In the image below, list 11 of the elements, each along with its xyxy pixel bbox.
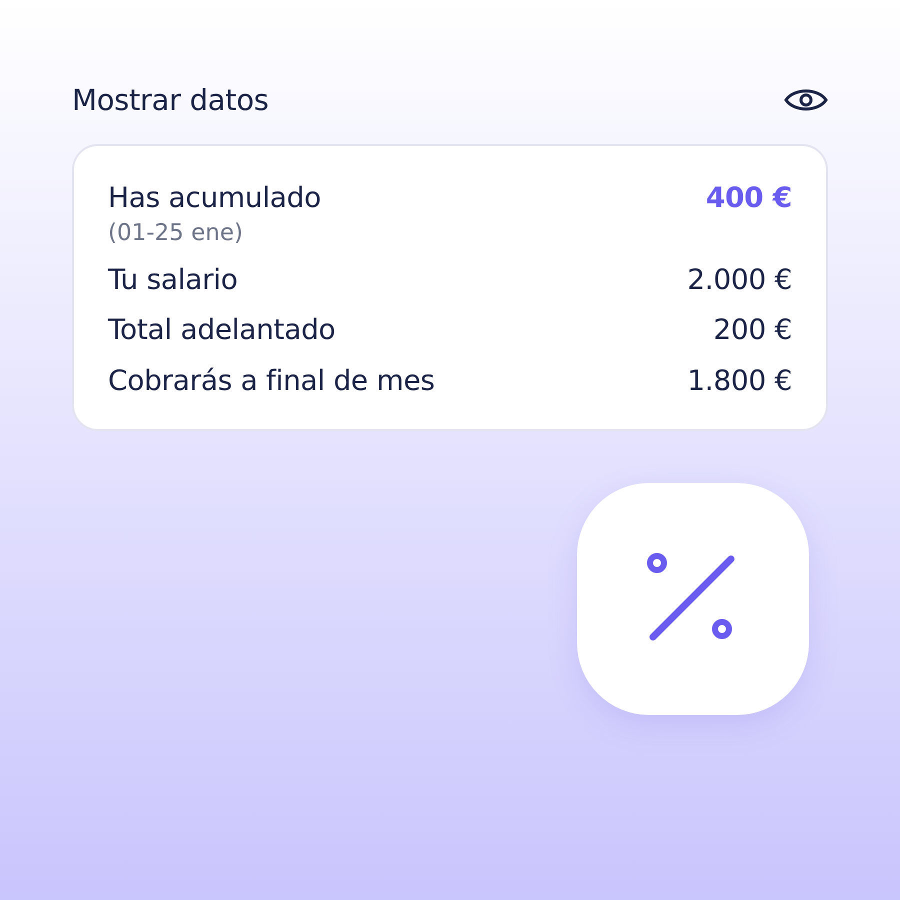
section-title: Mostrar datos: [72, 83, 269, 117]
amount: 1.800 €: [687, 362, 792, 399]
row-label: Has acumulado: [108, 180, 321, 216]
amount: 2.000 €: [687, 262, 792, 298]
amount: 400 €: [706, 180, 792, 216]
row-label: Tu salario: [108, 262, 238, 298]
row-label: Total adelantado: [108, 312, 336, 348]
date-range: (01-25 ene): [108, 220, 244, 248]
row-label: Cobrarás a final de mes: [108, 362, 435, 399]
amount: 200 €: [713, 312, 792, 348]
percent-tile[interactable]: [577, 483, 809, 716]
